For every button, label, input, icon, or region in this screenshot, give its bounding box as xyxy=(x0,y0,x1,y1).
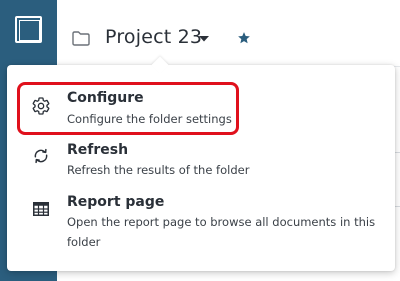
table-icon xyxy=(33,202,49,216)
menu-item-description: Refresh the results of the folder xyxy=(67,163,250,177)
caret-down-icon[interactable] xyxy=(199,36,209,42)
menu-item-report-page[interactable]: Report page Open the report page to brow… xyxy=(7,187,395,261)
highlight-annotation xyxy=(17,82,239,135)
project-title[interactable]: Project 23 xyxy=(105,26,202,48)
menu-item-refresh[interactable]: Refresh Refresh the results of the folde… xyxy=(7,137,395,187)
star-icon[interactable] xyxy=(237,31,251,45)
header: Project 23 xyxy=(57,0,400,66)
menu-item-title: Refresh xyxy=(67,142,129,158)
app-logo-icon[interactable] xyxy=(15,16,42,43)
folder-icon xyxy=(72,31,90,46)
refresh-icon xyxy=(34,148,48,164)
menu-item-description: Open the report page to browse all docum… xyxy=(67,215,376,249)
menu-item-title: Report page xyxy=(67,194,165,210)
